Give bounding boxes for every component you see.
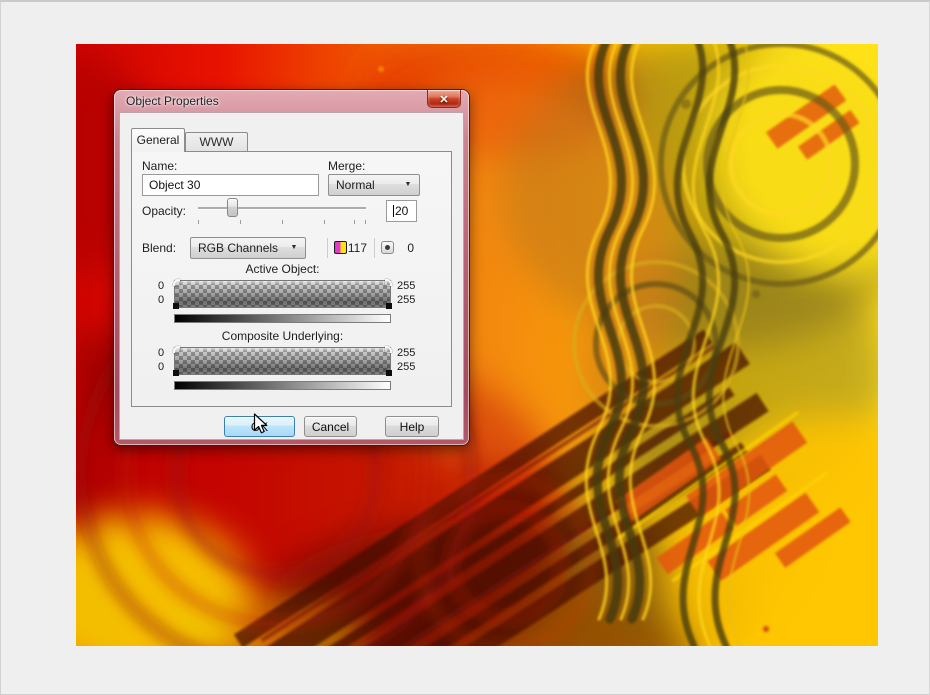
merge-dropdown[interactable]: Normal ▼	[328, 174, 420, 196]
composite-min-bottom: 0	[158, 361, 164, 373]
active-object-ramp[interactable]	[174, 280, 391, 308]
opacity-value-text: 20	[395, 204, 408, 218]
ramp-handle-top-right[interactable]	[385, 346, 392, 353]
blend-range-cell-2[interactable]: 0	[374, 238, 421, 258]
color-range-swatch-icon	[334, 241, 347, 254]
opacity-slider[interactable]	[198, 198, 366, 226]
opacity-slider-track[interactable]	[198, 207, 366, 209]
composite-max-top: 255	[397, 347, 415, 359]
chevron-down-icon: ▼	[401, 176, 415, 194]
tab-general-label: General	[137, 133, 180, 147]
blend-range-value-1: 117	[348, 241, 367, 255]
tab-general[interactable]: General	[131, 128, 185, 152]
slider-tick	[365, 220, 366, 224]
ramp-handle-bottom-right[interactable]	[386, 303, 392, 309]
merge-label: Merge:	[328, 159, 365, 173]
ramp-handle-top-right[interactable]	[385, 279, 392, 286]
active-gradient-preview	[174, 314, 391, 323]
ramp-handle-top-left[interactable]	[173, 279, 180, 286]
object-properties-dialog: Object Properties ✕ General WWW URL Name…	[114, 90, 469, 445]
active-max-top: 255	[397, 280, 415, 292]
text-caret	[393, 205, 394, 217]
composite-gradient-preview	[174, 381, 391, 390]
blend-range-cell-1[interactable]: 117	[327, 238, 374, 258]
desktop-canvas: Object Properties ✕ General WWW URL Name…	[0, 0, 930, 695]
ramp-handle-bottom-left[interactable]	[173, 370, 179, 376]
opacity-slider-thumb[interactable]	[227, 198, 238, 217]
blend-label: Blend:	[142, 241, 176, 255]
slider-tick	[240, 220, 241, 224]
merge-selected-value: Normal	[336, 175, 375, 195]
blend-range-value-2: 0	[407, 241, 414, 255]
slider-tick	[198, 220, 199, 224]
blend-dropdown[interactable]: RGB Channels ▼	[190, 237, 306, 259]
dialog-titlebar[interactable]: Object Properties ✕	[114, 90, 469, 112]
name-label: Name:	[142, 159, 177, 173]
composite-max-bottom: 255	[397, 361, 415, 373]
opacity-value-input[interactable]: 20	[386, 200, 417, 222]
close-button[interactable]: ✕	[427, 90, 461, 108]
ramp-handle-bottom-left[interactable]	[173, 303, 179, 309]
help-button[interactable]: Help	[385, 416, 439, 437]
active-min-top: 0	[158, 280, 164, 292]
general-tab-page: Name: Merge: Normal ▼ Opacity:	[131, 151, 452, 407]
composite-underlying-title: Composite Underlying:	[174, 329, 391, 343]
grayscale-swatch-icon	[381, 241, 394, 254]
slider-tick	[324, 220, 325, 224]
chevron-down-icon: ▼	[287, 239, 301, 257]
opacity-label: Opacity:	[142, 204, 186, 218]
active-min-bottom: 0	[158, 294, 164, 306]
dialog-client-area: General WWW URL Name: Merge: Normal ▼ Op…	[119, 112, 464, 440]
close-icon: ✕	[439, 94, 448, 106]
dialog-title: Object Properties	[126, 94, 219, 108]
ramp-handle-bottom-right[interactable]	[386, 370, 392, 376]
slider-tick	[354, 220, 355, 224]
cancel-button[interactable]: Cancel	[304, 416, 357, 437]
composite-underlying-ramp[interactable]	[174, 347, 391, 375]
tab-www-url[interactable]: WWW URL	[185, 132, 248, 152]
active-max-bottom: 255	[397, 294, 415, 306]
blend-selected-value: RGB Channels	[198, 238, 278, 258]
active-object-title: Active Object:	[174, 262, 391, 276]
mouse-cursor-icon	[253, 413, 269, 435]
slider-tick	[282, 220, 283, 224]
ramp-handle-top-left[interactable]	[173, 346, 180, 353]
composite-min-top: 0	[158, 347, 164, 359]
name-input[interactable]	[142, 174, 319, 196]
